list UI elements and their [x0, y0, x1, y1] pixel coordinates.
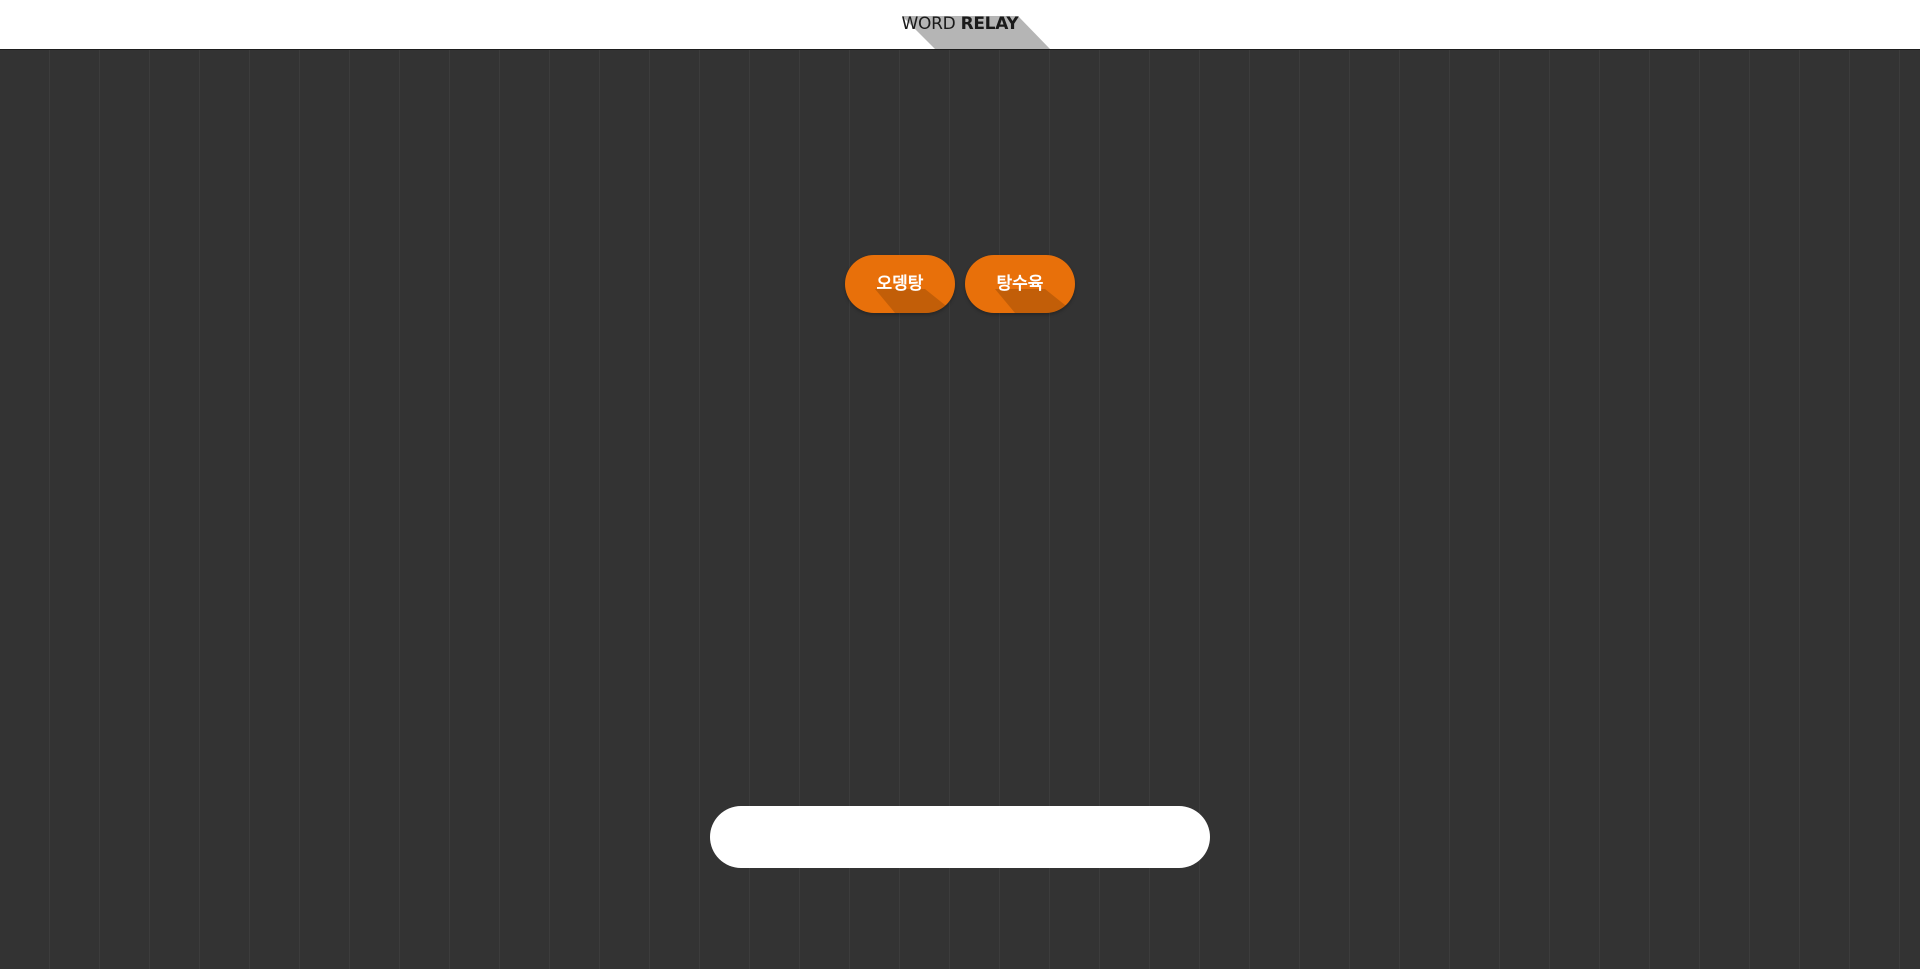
- word-chip[interactable]: 오뎅탕: [845, 255, 955, 313]
- app-title-light: WORD: [901, 14, 956, 34]
- word-chip[interactable]: 탕수육: [965, 255, 1075, 313]
- app-title: WORD RELAY: [0, 0, 1920, 49]
- word-chip-label: 오뎅탕: [876, 274, 924, 294]
- word-input[interactable]: [710, 806, 1210, 868]
- word-chip-label: 탕수육: [996, 274, 1044, 294]
- app-title-bold: RELAY: [960, 14, 1019, 34]
- word-chain-list: 오뎅탕 탕수육: [0, 255, 1920, 313]
- header-bar: WORD RELAY: [0, 0, 1920, 50]
